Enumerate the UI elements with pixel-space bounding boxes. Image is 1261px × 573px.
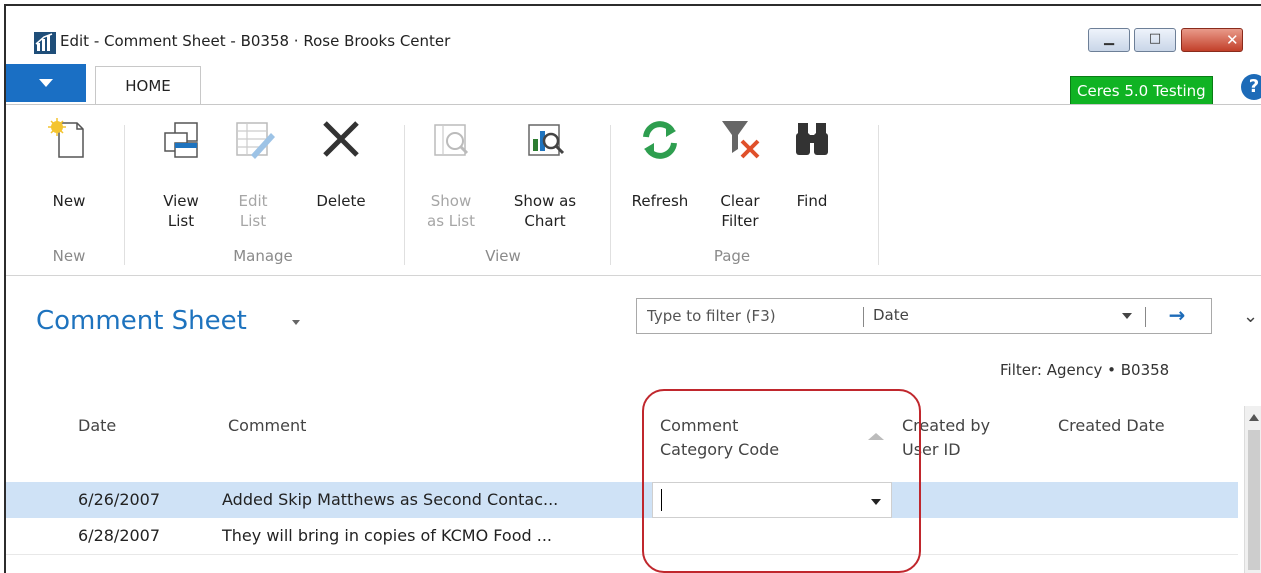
text-cursor: [661, 489, 662, 511]
table-row[interactable]: 6/28/2007 They will bring in copies of K…: [6, 518, 1238, 555]
collapse-chevron-icon[interactable]: ⌄: [1243, 306, 1258, 327]
view-list-button[interactable]: View List: [146, 105, 216, 245]
vertical-scrollbar[interactable]: [1244, 406, 1261, 573]
group-label-view: View: [485, 247, 521, 265]
refresh-label: Refresh: [631, 192, 689, 210]
apply-filter-arrow-icon[interactable]: →: [1157, 301, 1197, 329]
window: Edit - Comment Sheet - B0358 · Rose Broo…: [4, 4, 1261, 573]
minimize-icon: ▁: [1104, 31, 1114, 46]
group-label-page: Page: [713, 247, 751, 265]
group-divider: [404, 125, 405, 265]
ribbon: New New View List Edit List Delete Manag…: [6, 104, 1261, 276]
comment-category-code-dropdown[interactable]: [652, 482, 892, 518]
chevron-down-icon[interactable]: [1122, 313, 1132, 319]
clear-filter-label: Clear Filter: [720, 192, 760, 230]
minimize-button[interactable]: ▁: [1088, 28, 1130, 52]
comment-cell[interactable]: Added Skip Matthews as Second Contac...: [222, 490, 558, 509]
chevron-down-icon: [39, 79, 53, 87]
view-list-label: View List: [163, 192, 199, 230]
close-button[interactable]: ✕: [1181, 28, 1243, 52]
show-as-chart-label: Show as Chart: [513, 192, 577, 230]
dynamics-nav-icon: [34, 32, 56, 54]
find-button[interactable]: Find: [780, 105, 844, 245]
comment-cell[interactable]: They will bring in copies of KCMO Food .…: [222, 526, 552, 545]
column-header-created-by-user-id[interactable]: Created by User ID: [902, 414, 990, 462]
filter-divider: [1145, 307, 1146, 327]
filter-input[interactable]: [637, 299, 859, 333]
new-document-icon: [48, 118, 84, 158]
title-bar: Edit - Comment Sheet - B0358 · Rose Broo…: [6, 6, 1261, 58]
filter-pane: Date →: [636, 298, 1212, 334]
help-icon[interactable]: ?: [1241, 74, 1261, 100]
group-divider: [878, 125, 879, 265]
environment-badge: Ceres 5.0 Testing: [1070, 76, 1213, 106]
maximize-icon: □: [1148, 31, 1162, 46]
refresh-button[interactable]: Refresh: [620, 105, 700, 245]
clear-filter-button[interactable]: Clear Filter: [708, 105, 772, 245]
edit-list-button[interactable]: Edit List: [218, 105, 288, 245]
close-icon: ✕: [1226, 31, 1239, 49]
maximize-button[interactable]: □: [1134, 28, 1176, 52]
scroll-up-arrow-icon[interactable]: [1249, 414, 1259, 421]
show-as-chart-button[interactable]: Show as Chart: [500, 105, 590, 245]
page-title[interactable]: Comment Sheet: [36, 306, 247, 336]
filter-divider: [863, 307, 864, 327]
clear-filter-icon: [722, 121, 760, 159]
edit-list-icon: [236, 122, 275, 159]
show-as-list-label: Show as List: [427, 192, 475, 230]
title-menu-caret-icon[interactable]: [292, 320, 300, 325]
show-as-list-button[interactable]: Show as List: [416, 105, 486, 245]
new-button[interactable]: New: [34, 105, 104, 245]
edit-list-label: Edit List: [238, 192, 268, 230]
active-filter-label: Filter: Agency • B0358: [1000, 361, 1170, 379]
delete-x-icon: [323, 121, 359, 157]
scrollbar-thumb[interactable]: [1248, 430, 1260, 570]
column-header-comment-category-code[interactable]: Comment Category Code: [660, 414, 779, 462]
show-as-list-icon: [434, 124, 469, 156]
binoculars-icon: [796, 123, 828, 155]
date-cell[interactable]: 6/28/2007: [78, 526, 160, 545]
filter-field-select[interactable]: Date: [873, 306, 909, 324]
new-label: New: [52, 192, 86, 210]
refresh-icon: [643, 121, 677, 159]
view-list-icon: [164, 122, 198, 158]
group-label-manage: Manage: [233, 247, 293, 265]
column-header-date[interactable]: Date: [78, 414, 116, 438]
ribbon-tab-row: HOME Ceres 5.0 Testing ?: [6, 64, 1261, 106]
chevron-down-icon[interactable]: [871, 499, 881, 505]
group-divider: [610, 125, 611, 265]
delete-button[interactable]: Delete: [302, 105, 380, 245]
column-header-created-date[interactable]: Created Date: [1058, 414, 1165, 438]
find-label: Find: [796, 192, 828, 210]
application-menu-button[interactable]: [6, 64, 86, 102]
tab-home[interactable]: HOME: [95, 66, 201, 105]
show-as-chart-icon: [528, 124, 565, 156]
date-cell[interactable]: 6/26/2007: [78, 490, 160, 509]
group-divider: [124, 125, 125, 265]
table-row[interactable]: 6/26/2007 Added Skip Matthews as Second …: [6, 482, 1238, 518]
group-label-new: New: [52, 247, 86, 265]
window-title: Edit - Comment Sheet - B0358 · Rose Broo…: [60, 32, 451, 50]
sort-ascending-icon: [868, 433, 884, 440]
delete-label: Delete: [316, 192, 366, 210]
column-header-comment[interactable]: Comment: [228, 414, 306, 438]
